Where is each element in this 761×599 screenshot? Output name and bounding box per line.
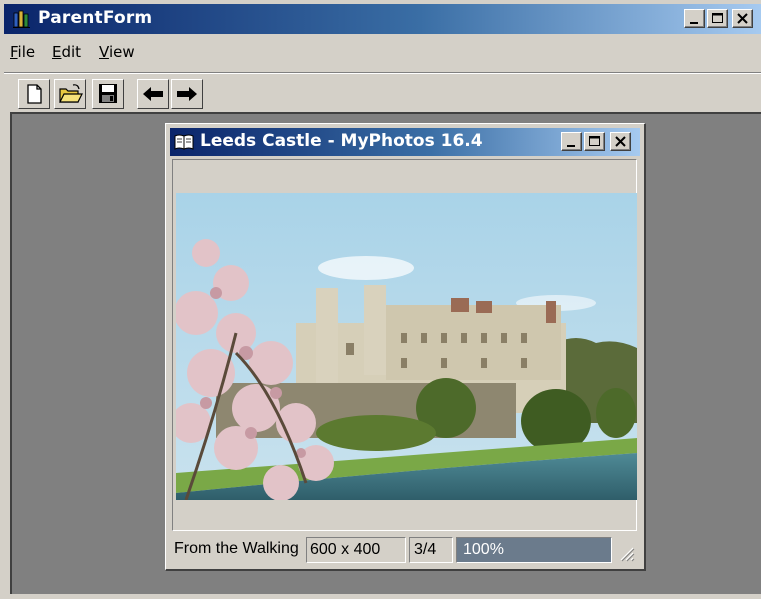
close-icon bbox=[615, 136, 626, 147]
resize-grip-icon[interactable] bbox=[617, 544, 635, 562]
photo-display-area[interactable] bbox=[172, 159, 637, 531]
new-button[interactable] bbox=[18, 79, 50, 109]
castle-photo bbox=[176, 193, 637, 500]
child-minimize-button[interactable] bbox=[561, 132, 582, 151]
open-folder-icon bbox=[59, 84, 83, 103]
minimize-icon bbox=[690, 22, 698, 24]
status-zoom-progress: 100% bbox=[456, 537, 612, 563]
photo-child-window[interactable]: Leeds Castle - MyPhotos 16.4 From the Wa… bbox=[165, 123, 646, 571]
toolbar bbox=[4, 72, 761, 113]
parent-form-window: ParentForm File Edit View Leeds Castle -… bbox=[0, 0, 761, 599]
child-close-button[interactable] bbox=[610, 132, 631, 151]
status-bar: From the Walking 600 x 400 3/4 100% bbox=[172, 536, 637, 564]
menu-bar: File Edit View bbox=[4, 38, 761, 68]
menu-file[interactable]: File bbox=[10, 43, 35, 61]
minimize-icon bbox=[567, 145, 575, 147]
status-caption: From the Walking bbox=[174, 540, 299, 557]
save-button[interactable] bbox=[92, 79, 124, 109]
menu-edit[interactable]: Edit bbox=[52, 43, 81, 61]
parent-title-bar[interactable]: ParentForm bbox=[4, 4, 761, 34]
status-position-panel: 3/4 bbox=[409, 537, 453, 563]
parent-window-title: ParentForm bbox=[38, 8, 153, 28]
back-button[interactable] bbox=[137, 79, 169, 109]
maximize-icon bbox=[589, 136, 600, 146]
save-disk-icon bbox=[99, 84, 117, 103]
menu-view-label: iew bbox=[108, 43, 135, 61]
arrow-left-icon bbox=[143, 87, 163, 101]
child-window-title: Leeds Castle - MyPhotos 16.4 bbox=[200, 131, 483, 151]
status-position: 3/4 bbox=[414, 541, 437, 558]
menu-view[interactable]: View bbox=[99, 43, 135, 61]
maximize-icon bbox=[712, 13, 723, 23]
open-book-icon bbox=[174, 134, 194, 150]
status-dimensions: 600 x 400 bbox=[310, 541, 381, 558]
arrow-right-icon bbox=[177, 87, 197, 101]
close-button[interactable] bbox=[732, 9, 753, 28]
maximize-button[interactable] bbox=[707, 9, 728, 28]
menu-file-label: ile bbox=[17, 43, 36, 61]
new-document-icon bbox=[27, 84, 42, 104]
menu-file-mnemonic: F bbox=[10, 43, 18, 61]
minimize-button[interactable] bbox=[684, 9, 705, 28]
menu-view-mnemonic: V bbox=[99, 43, 109, 61]
close-icon bbox=[737, 13, 748, 24]
menu-edit-label: dit bbox=[61, 43, 82, 61]
status-zoom: 100% bbox=[463, 541, 504, 558]
books-app-icon bbox=[13, 10, 30, 28]
child-maximize-button[interactable] bbox=[584, 132, 605, 151]
child-title-bar[interactable]: Leeds Castle - MyPhotos 16.4 bbox=[170, 128, 640, 156]
status-dimensions-panel: 600 x 400 bbox=[306, 537, 406, 563]
open-button[interactable] bbox=[54, 79, 86, 109]
forward-button[interactable] bbox=[171, 79, 203, 109]
